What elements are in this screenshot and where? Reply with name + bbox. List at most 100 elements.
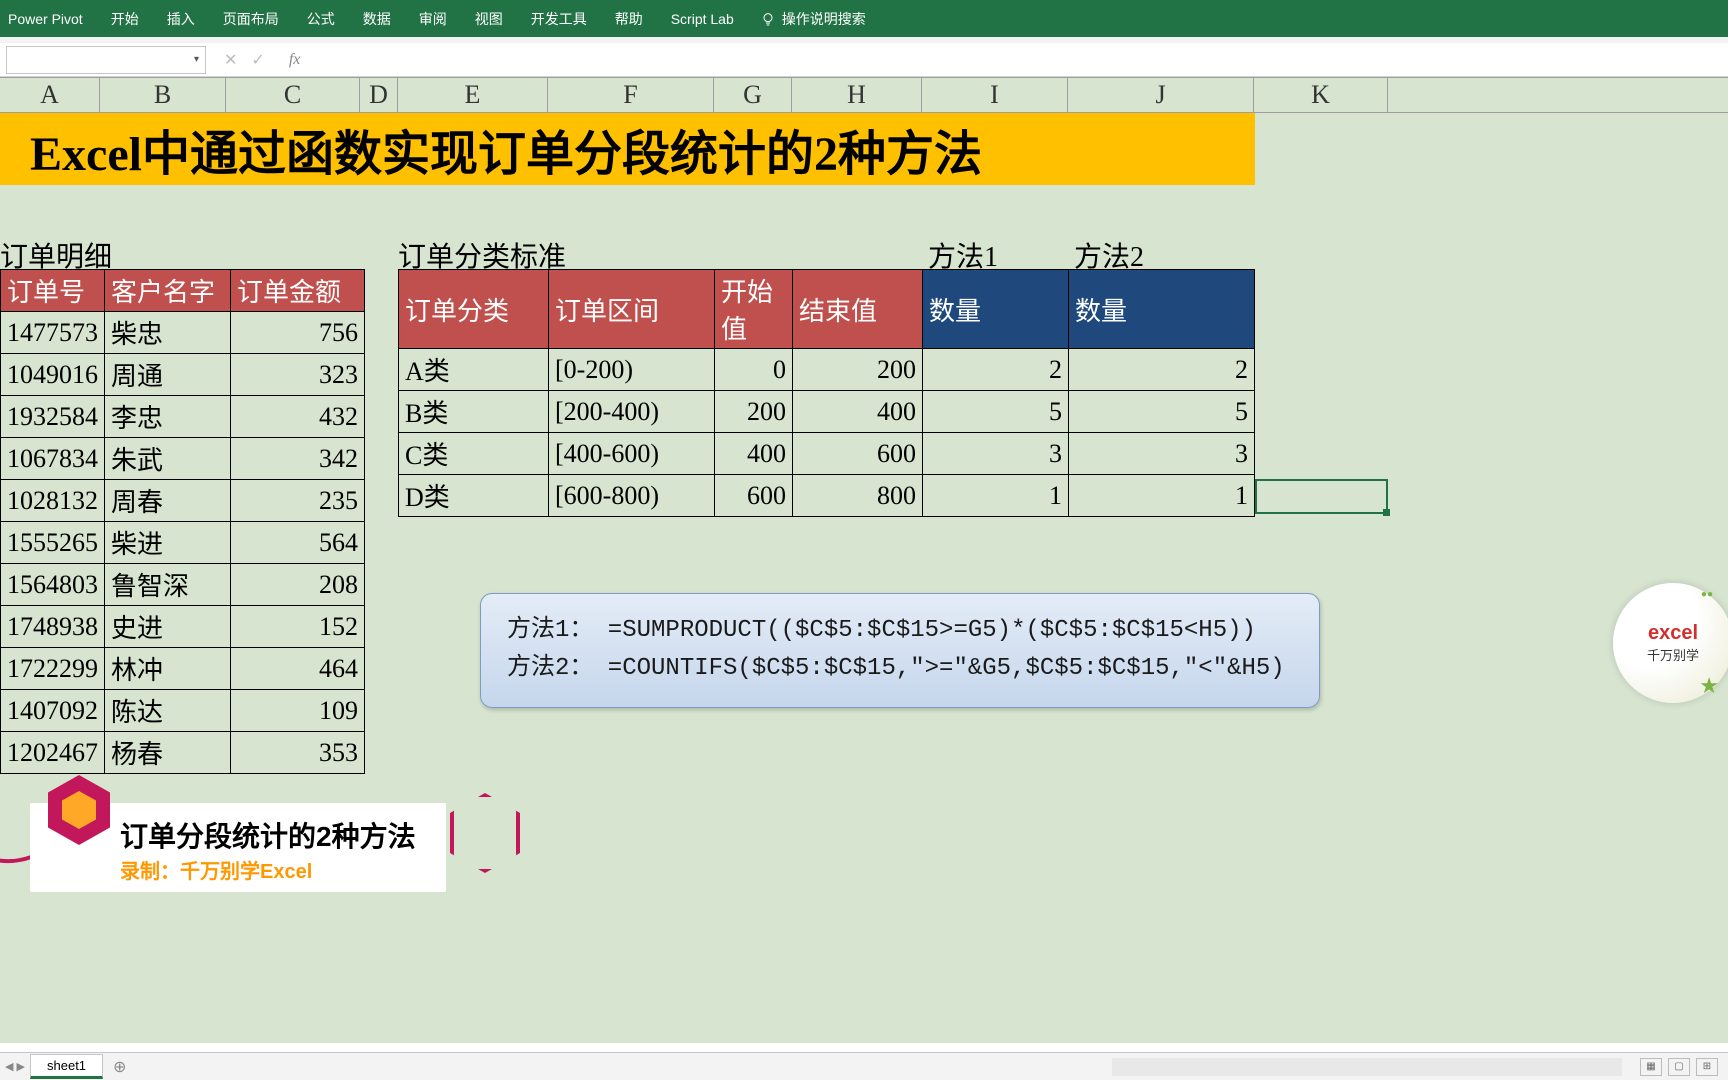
- table-cell[interactable]: 342: [231, 438, 365, 480]
- formula-input[interactable]: [304, 46, 1728, 74]
- column-header-D[interactable]: D: [360, 78, 398, 112]
- ribbon-tab-help[interactable]: 帮助: [601, 0, 657, 37]
- column-header-A[interactable]: A: [0, 78, 100, 112]
- table-cell[interactable]: C类: [399, 433, 549, 475]
- ribbon-tab-home[interactable]: 开始: [97, 0, 153, 37]
- fx-icon[interactable]: fx: [289, 51, 301, 69]
- table-cell[interactable]: 1555265: [1, 522, 105, 564]
- table-cell[interactable]: 0: [715, 349, 793, 391]
- ribbon-tab-data[interactable]: 数据: [349, 0, 405, 37]
- table-cell[interactable]: 756: [231, 312, 365, 354]
- tab-scroll-buttons[interactable]: ◀ ▶: [0, 1060, 30, 1073]
- table-cell[interactable]: 109: [231, 690, 365, 732]
- table-cell[interactable]: [400-600): [549, 433, 715, 475]
- table-cell[interactable]: B类: [399, 391, 549, 433]
- column-header-G[interactable]: G: [714, 78, 792, 112]
- table-cell[interactable]: 杨春: [105, 732, 231, 774]
- table-cell[interactable]: 1067834: [1, 438, 105, 480]
- column-header-K[interactable]: K: [1254, 78, 1388, 112]
- horizontal-scrollbar[interactable]: [1112, 1058, 1622, 1076]
- table-cell[interactable]: 陈达: [105, 690, 231, 732]
- ribbon-tab-scriptlab[interactable]: Script Lab: [657, 0, 748, 37]
- table-cell[interactable]: 235: [231, 480, 365, 522]
- table-cell[interactable]: 200: [715, 391, 793, 433]
- worksheet-area[interactable]: Excel中通过函数实现订单分段统计的2种方法 订单明细 订单分类标准 方法1 …: [0, 113, 1728, 1043]
- table-cell[interactable]: 1: [923, 475, 1069, 517]
- table-cell[interactable]: 林冲: [105, 648, 231, 690]
- table-cell[interactable]: 柴进: [105, 522, 231, 564]
- table-cell[interactable]: 600: [793, 433, 923, 475]
- table-cell[interactable]: 2: [923, 349, 1069, 391]
- table-cell[interactable]: 400: [715, 433, 793, 475]
- column-header-B[interactable]: B: [100, 78, 226, 112]
- table-cell[interactable]: 1407092: [1, 690, 105, 732]
- normal-view-icon[interactable]: ▦: [1640, 1058, 1662, 1076]
- column-header-C[interactable]: C: [226, 78, 360, 112]
- enter-formula-icon[interactable]: ✓: [251, 50, 264, 70]
- table-cell[interactable]: 朱武: [105, 438, 231, 480]
- table-cell[interactable]: 1932584: [1, 396, 105, 438]
- ribbon-tab-powerpivot[interactable]: Power Pivot: [0, 0, 97, 37]
- table-cell[interactable]: 800: [793, 475, 923, 517]
- table-cell[interactable]: 353: [231, 732, 365, 774]
- table-cell[interactable]: 152: [231, 606, 365, 648]
- table-cell[interactable]: 1722299: [1, 648, 105, 690]
- chevron-down-icon[interactable]: ▾: [194, 54, 199, 65]
- table-cell[interactable]: 323: [231, 354, 365, 396]
- table-cell[interactable]: 400: [793, 391, 923, 433]
- table-cell[interactable]: D类: [399, 475, 549, 517]
- table-cell[interactable]: 3: [923, 433, 1069, 475]
- column-header-H[interactable]: H: [792, 78, 922, 112]
- table-cell[interactable]: A类: [399, 349, 549, 391]
- table-cell[interactable]: 5: [923, 391, 1069, 433]
- table-cell[interactable]: 200: [793, 349, 923, 391]
- class-header: 结束值: [793, 270, 923, 349]
- table-cell[interactable]: 1028132: [1, 480, 105, 522]
- table-cell[interactable]: [200-400): [549, 391, 715, 433]
- column-header-J[interactable]: J: [1068, 78, 1254, 112]
- table-cell[interactable]: 464: [231, 648, 365, 690]
- table-cell[interactable]: 周通: [105, 354, 231, 396]
- table-cell[interactable]: 3: [1069, 433, 1255, 475]
- add-sheet-button[interactable]: ⊕: [113, 1057, 126, 1077]
- table-cell[interactable]: 1049016: [1, 354, 105, 396]
- ribbon-tab-pagelayout[interactable]: 页面布局: [209, 0, 293, 37]
- table-cell[interactable]: 1748938: [1, 606, 105, 648]
- table-cell[interactable]: 1: [1069, 475, 1255, 517]
- column-header-F[interactable]: F: [548, 78, 714, 112]
- page-break-view-icon[interactable]: ⊞: [1696, 1058, 1718, 1076]
- table-cell[interactable]: 1564803: [1, 564, 105, 606]
- ribbon-tab-insert[interactable]: 插入: [153, 0, 209, 37]
- table-cell[interactable]: 208: [231, 564, 365, 606]
- table-cell[interactable]: 2: [1069, 349, 1255, 391]
- sheet-tab-active[interactable]: sheet1: [30, 1054, 103, 1079]
- column-header-E[interactable]: E: [398, 78, 548, 112]
- table-cell[interactable]: [0-200): [549, 349, 715, 391]
- table-cell[interactable]: 李忠: [105, 396, 231, 438]
- table-cell[interactable]: 5: [1069, 391, 1255, 433]
- hexagon-outline-icon: [450, 793, 520, 873]
- table-cell[interactable]: 鲁智深: [105, 564, 231, 606]
- lower-third-subtitle: 录制：千万别学Excel: [120, 855, 416, 884]
- selected-cell: [1255, 479, 1388, 514]
- tell-me-search[interactable]: 操作说明搜索: [748, 9, 878, 29]
- table-cell[interactable]: 史进: [105, 606, 231, 648]
- table-cell[interactable]: 600: [715, 475, 793, 517]
- cancel-formula-icon[interactable]: ✕: [224, 50, 237, 70]
- table-cell[interactable]: 564: [231, 522, 365, 564]
- table-cell[interactable]: [600-800): [549, 475, 715, 517]
- column-header-I[interactable]: I: [922, 78, 1068, 112]
- formula-bar-row: ▾ ✕ ✓ fx: [0, 43, 1728, 77]
- ribbon-tab-view[interactable]: 视图: [461, 0, 517, 37]
- name-box[interactable]: ▾: [6, 46, 206, 74]
- table-cell[interactable]: 周春: [105, 480, 231, 522]
- table-cell[interactable]: 柴忠: [105, 312, 231, 354]
- table-cell[interactable]: 1477573: [1, 312, 105, 354]
- orders-header: 客户名字: [105, 270, 231, 312]
- page-layout-view-icon[interactable]: ▢: [1668, 1058, 1690, 1076]
- ribbon-tab-developer[interactable]: 开发工具: [517, 0, 601, 37]
- ribbon-tab-review[interactable]: 审阅: [405, 0, 461, 37]
- table-cell[interactable]: 432: [231, 396, 365, 438]
- ribbon-tab-formulas[interactable]: 公式: [293, 0, 349, 37]
- classification-table: 订单分类订单区间开始值结束值数量数量A类[0-200)020022B类[200-…: [398, 269, 1255, 517]
